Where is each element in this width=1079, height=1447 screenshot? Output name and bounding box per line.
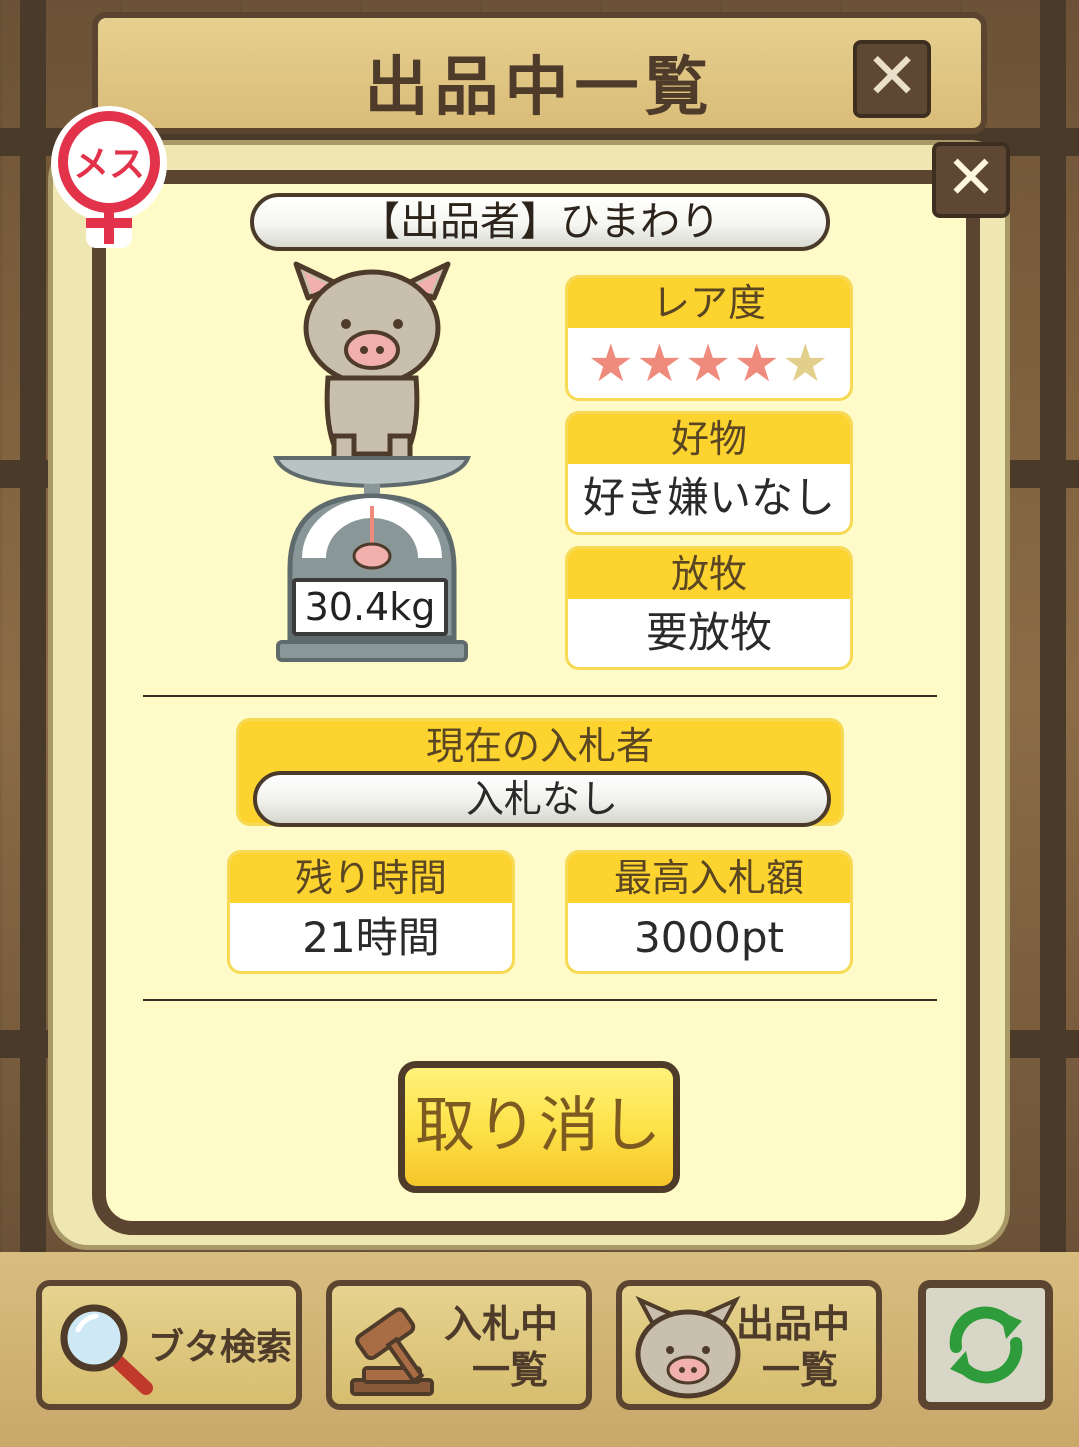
star-filled-icon: ★ (636, 334, 685, 394)
listing-list-button[interactable]: 出品中 一覧 (616, 1280, 882, 1410)
pig-search-label: ブタ検索 (148, 1327, 293, 1368)
listing-list-label-line2: 一覧 (762, 1348, 839, 1392)
grazing-label: 放牧 (568, 549, 850, 599)
seller-label: 【出品者】ひまわり (250, 193, 830, 251)
max-bid-box: 最高入札額 3000pt (565, 850, 853, 974)
gavel-icon (350, 1307, 434, 1396)
refresh-button-face (926, 1288, 1045, 1402)
header-close-button[interactable]: ✕ (853, 40, 931, 118)
favorite-food-box: 好物 好き嫌いなし (565, 411, 853, 535)
bidding-list-label-line1: 入札中 (444, 1302, 559, 1346)
grazing-value: 要放牧 (645, 608, 772, 657)
weight-display: 30.4kg (292, 578, 448, 636)
cancel-listing-button[interactable]: 取り消し (398, 1061, 680, 1193)
bidding-list-button[interactable]: 入札中 一覧 (326, 1280, 592, 1410)
female-symbol-icon: メス (51, 106, 167, 248)
star-empty-icon: ★ (781, 334, 831, 394)
pig-face-icon (635, 1296, 741, 1399)
rarity-stars: ★★★★★ (568, 328, 850, 398)
current-bidder-box: 現在の入札者 入札なし (236, 718, 844, 827)
remaining-time-value: 21時間 (302, 913, 440, 962)
refresh-icon (949, 1306, 1022, 1384)
star-filled-icon: ★ (684, 334, 734, 394)
background-post (1040, 0, 1066, 1260)
dialog-close-button[interactable]: ✕ (932, 142, 1010, 218)
background-post (20, 0, 46, 1260)
rarity-box: レア度 ★★★★★ (565, 275, 853, 401)
page-title: 出品中一覧 (364, 51, 715, 125)
max-bid-value: 3000pt (633, 913, 784, 962)
favorite-food-value: 好き嫌いなし (582, 473, 835, 522)
gender-badge-label: メス (73, 144, 145, 185)
header-title-plate: 出品中一覧 ✕ (92, 12, 987, 134)
star-filled-icon: ★ (587, 334, 637, 394)
bidding-list-label-line2: 一覧 (472, 1348, 549, 1392)
current-bidder-label: 現在の入札者 (425, 724, 654, 768)
listing-list-label-line1: 出品中 (736, 1302, 851, 1346)
refresh-button[interactable] (918, 1280, 1053, 1410)
magnifier-icon (60, 1304, 153, 1395)
favorite-food-label: 好物 (568, 414, 850, 464)
section-divider (143, 695, 937, 697)
max-bid-label: 最高入札額 (568, 853, 850, 903)
grazing-box: 放牧 要放牧 (565, 546, 853, 670)
female-gender-badge: メス (46, 104, 172, 250)
remaining-time-box: 残り時間 21時間 (227, 850, 515, 974)
remaining-time-label: 残り時間 (230, 853, 512, 903)
section-divider (143, 999, 937, 1001)
pig-search-button[interactable]: ブタ検索 (36, 1280, 302, 1410)
rarity-label: レア度 (568, 278, 850, 328)
star-filled-icon: ★ (733, 334, 782, 394)
current-bidder-value: 入札なし (253, 771, 831, 827)
